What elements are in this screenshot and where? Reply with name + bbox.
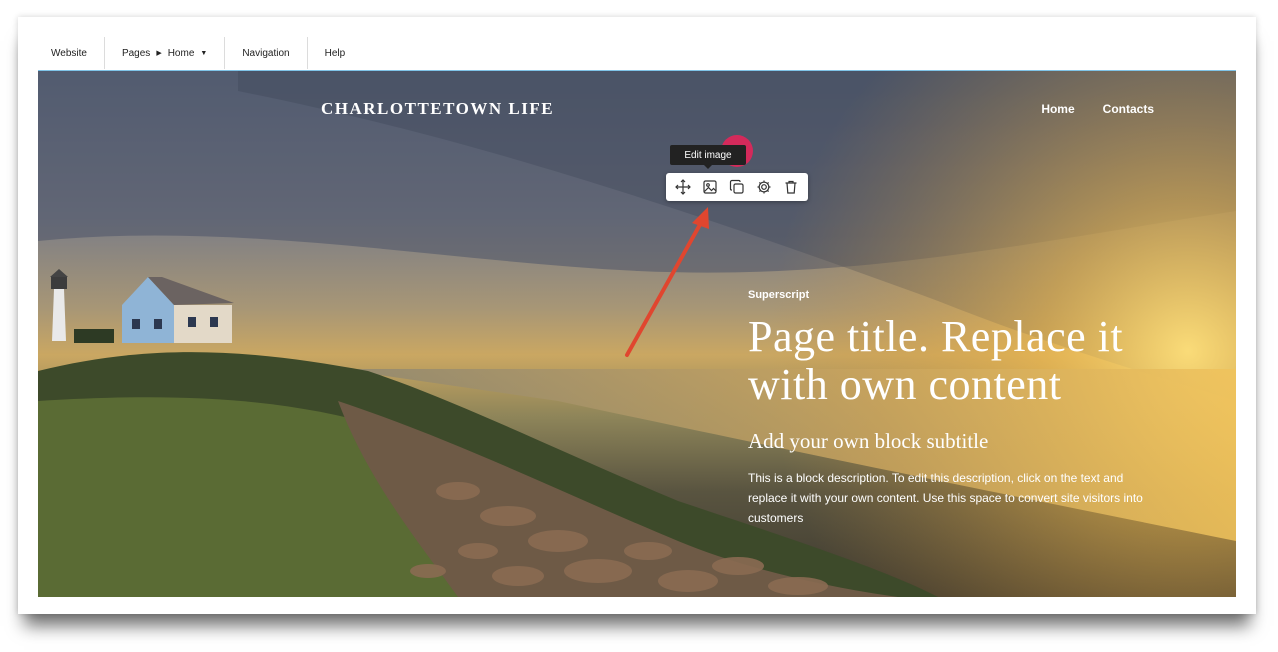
duplicate-icon[interactable]: [726, 176, 748, 198]
menu-website[interactable]: Website: [38, 37, 105, 69]
editor-menubar: Website Pages ▶ Home ▼ Navigation Help: [38, 37, 1236, 69]
site-nav: Home Contacts: [1041, 102, 1154, 116]
menu-current-page: Home: [167, 47, 195, 59]
menu-help-label: Help: [324, 47, 346, 59]
app-window: Website Pages ▶ Home ▼ Navigation Help C…: [18, 17, 1256, 614]
hero-superscript[interactable]: Superscript: [748, 289, 1168, 301]
chevron-down-icon: ▼: [200, 49, 208, 57]
site-logo-title[interactable]: CHARLOTTETOWN LIFE: [321, 99, 554, 119]
nav-home[interactable]: Home: [1041, 102, 1074, 116]
menu-navigation[interactable]: Navigation: [225, 37, 308, 69]
menu-help[interactable]: Help: [308, 37, 363, 69]
menu-website-label: Website: [51, 47, 87, 59]
block-subtitle[interactable]: Add your own block subtitle: [748, 429, 1168, 454]
menu-pages-label: Pages: [121, 47, 151, 59]
block-description[interactable]: This is a block description. To edit thi…: [748, 468, 1158, 528]
page-title[interactable]: Page title. Replace it with own content: [748, 313, 1168, 409]
image-icon[interactable]: [699, 176, 721, 198]
caret-right-icon: ▶: [156, 50, 162, 57]
trash-icon[interactable]: [780, 176, 802, 198]
hero-block[interactable]: CHARLOTTETOWN LIFE Home Contacts Edit im…: [38, 70, 1236, 597]
block-toolbar: [666, 173, 808, 201]
edit-image-tooltip: Edit image: [670, 145, 746, 169]
hero-text-block: Superscript Page title. Replace it with …: [748, 289, 1168, 528]
menu-pages[interactable]: Pages ▶ Home ▼: [105, 37, 226, 69]
nav-contacts[interactable]: Contacts: [1103, 102, 1154, 116]
menu-navigation-label: Navigation: [242, 47, 290, 59]
settings-icon[interactable]: [753, 176, 775, 198]
move-icon[interactable]: [672, 176, 694, 198]
